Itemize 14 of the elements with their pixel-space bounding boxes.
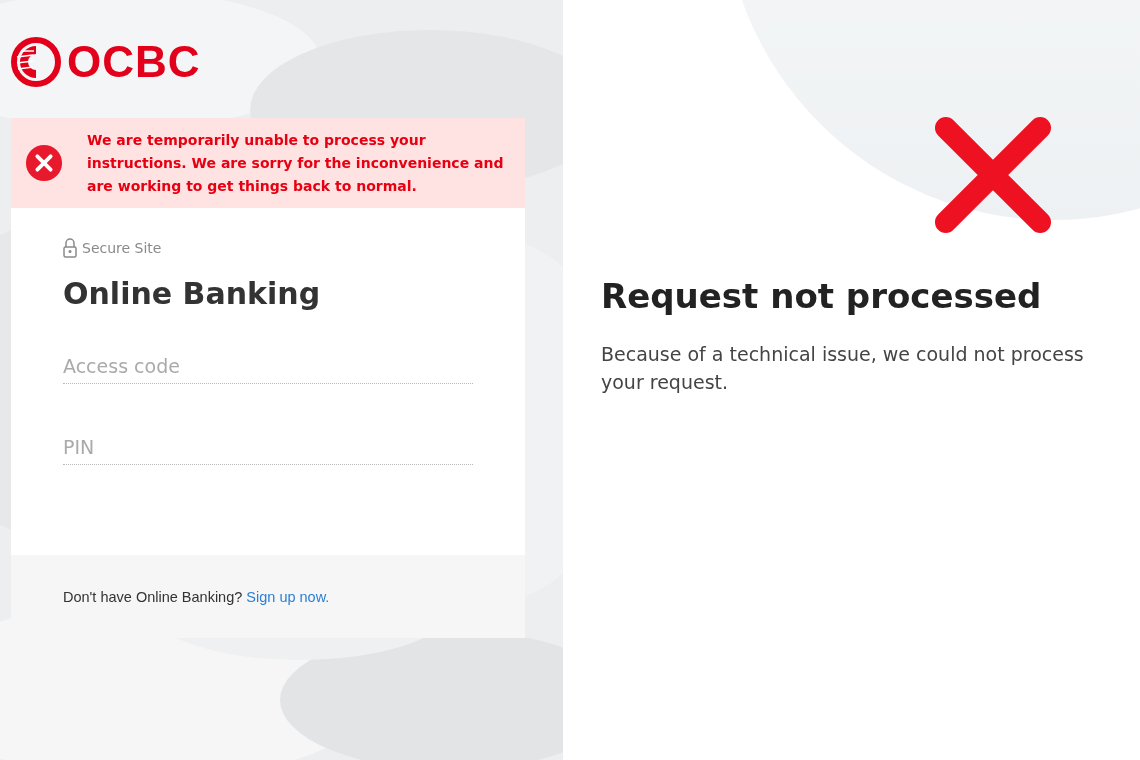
page-title: Online Banking — [63, 276, 322, 311]
logo-text: OCBC — [67, 37, 201, 87]
error-icon — [25, 144, 63, 182]
secure-site-label: Secure Site — [82, 240, 162, 256]
logo-emblem-icon — [11, 37, 61, 87]
signup-prompt: Don't have Online Banking? Sign up now. — [63, 588, 330, 605]
error-message: Because of a technical issue, we could not process your request. — [601, 342, 1085, 395]
alert-message: We are temporarily unable to process your instructions. We are sorry for the inconvenience and are working to get things back to normal. — [87, 130, 505, 196]
error-title: Request not processed — [601, 276, 1043, 316]
lock-icon — [63, 238, 77, 258]
signup-link[interactable]: Sign up now. — [246, 588, 330, 605]
input-field[interactable]: PIN — [63, 432, 473, 465]
input-field[interactable]: Access code — [63, 351, 473, 384]
cross-icon — [934, 116, 1052, 234]
